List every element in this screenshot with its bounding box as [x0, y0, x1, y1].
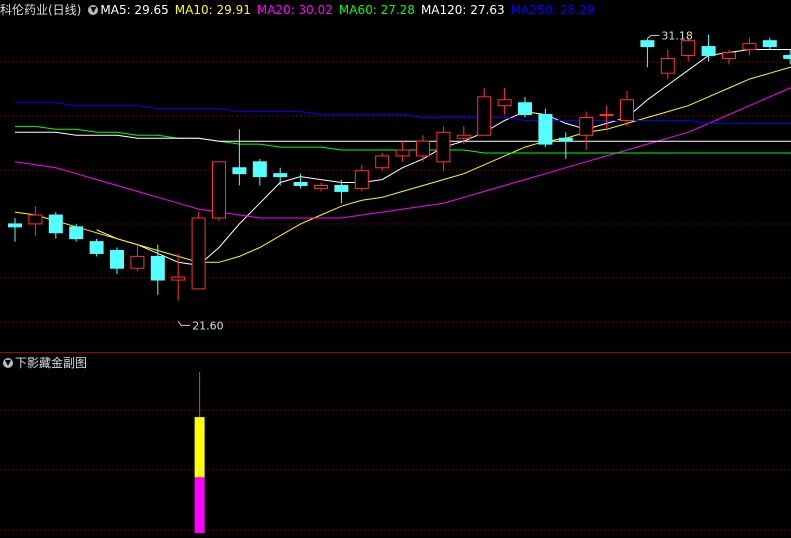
candle-body: [579, 117, 594, 136]
chart-canvas: 31.18 21.60: [0, 29, 791, 533]
candle-body: [314, 184, 328, 189]
candle-body: [783, 54, 791, 59]
sub-bar-magenta: [194, 477, 205, 533]
high-marker: [647, 34, 660, 39]
candle-body: [762, 40, 777, 48]
candle-body: [171, 276, 186, 281]
candle-body: [599, 114, 614, 117]
candle-body: [354, 170, 369, 189]
candle-body: [69, 226, 84, 240]
low-label: 21.60: [192, 319, 224, 332]
candle-body: [558, 137, 573, 142]
candle-body: [252, 161, 267, 178]
candle-body: [660, 57, 675, 74]
candle-body: [640, 40, 655, 48]
candle-body: [538, 114, 553, 145]
candle-body: [722, 52, 736, 59]
ma-line: [15, 102, 791, 124]
candle-body: [334, 184, 349, 192]
candle-body: [620, 99, 634, 121]
high-label: 31.18: [661, 29, 693, 42]
candle-body: [395, 149, 410, 157]
candle-body: [273, 173, 288, 178]
candle-body: [497, 99, 512, 107]
candle-body: [110, 249, 124, 269]
candle-body: [150, 255, 165, 281]
candle-body: [681, 40, 696, 56]
candle-body: [456, 134, 471, 139]
candle-body: [742, 43, 757, 51]
candle-body: [191, 217, 206, 290]
chart-window: { "main_header": { "title": "科伦药业(日线)", …: [0, 0, 791, 538]
candle-body: [293, 182, 308, 186]
candle-body: [232, 167, 247, 175]
candle-body: [48, 214, 63, 234]
sub-bar-yellow: [194, 417, 205, 478]
candle-body: [8, 223, 22, 228]
candle-body: [416, 140, 430, 157]
candle-body: [212, 161, 226, 219]
candle-body: [130, 255, 145, 269]
candle-body: [89, 241, 104, 254]
candle-body: [477, 96, 492, 136]
candle-body: [375, 155, 390, 169]
ma-line: [14, 66, 791, 263]
candle-body: [28, 214, 43, 225]
candle-body: [436, 131, 451, 163]
candle-body: [518, 102, 532, 116]
candle-body: [701, 46, 716, 56]
